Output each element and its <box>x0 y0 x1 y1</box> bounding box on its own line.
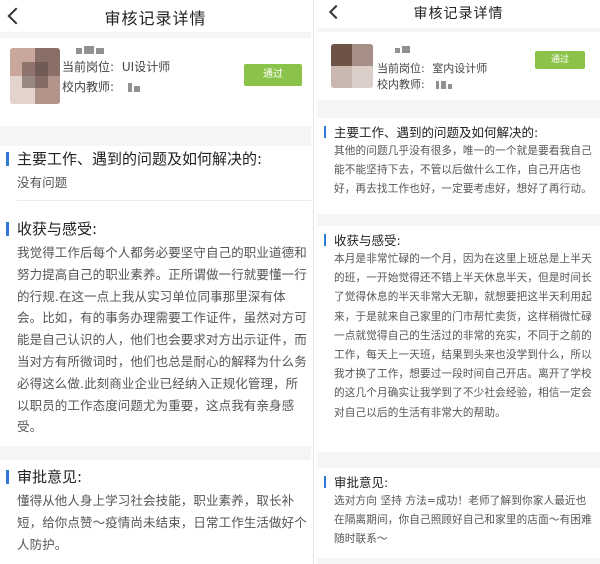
section-accent-bar <box>324 126 326 138</box>
teacher-name-blurred <box>127 81 142 95</box>
section-accent-bar <box>6 470 9 484</box>
teacher-label: 校内教师: <box>377 78 425 91</box>
section-gains: 收获与感受: 我觉得工作后每个人都务必要坚守自己的职业道德和努力提高自己的职业素… <box>0 214 311 446</box>
section-accent-bar <box>324 234 326 246</box>
section-accent-bar <box>6 222 9 236</box>
record-detail-panel-left: 审核记录详情 当前岗位: UI设计师 校内教师: 通过 主要工作、遇到的问题及如… <box>0 0 311 564</box>
section-accent-bar <box>324 476 326 488</box>
status-badge: 通过 <box>244 64 302 86</box>
section-approval: 审批意见: 懂得从他人身上学习社会技能，职业素养，取长补短，给你点赞～疫情尚未结… <box>0 460 311 564</box>
teacher-row: 校内教师: <box>62 78 142 95</box>
student-name-blurred <box>76 42 106 57</box>
section-gains: 收获与感受: 本月是非常忙碌的一个月，因为在这里上班总是上半天的班，一开始觉得还… <box>317 226 600 452</box>
student-name-blurred <box>395 42 412 56</box>
teacher-label: 校内教师: <box>62 80 115 94</box>
section-gap <box>0 188 311 214</box>
section-approval: 审批意见: 选对方向 坚持 方法=成功！老师了解到你家人最近也在隔离期间，你自己… <box>317 468 600 558</box>
status-badge: 通过 <box>535 51 585 69</box>
section-body: 选对方向 坚持 方法=成功！老师了解到你家人最近也在隔离期间，你自己照顾好自己和… <box>334 495 592 546</box>
avatar <box>10 48 60 104</box>
position-label: 当前岗位: <box>377 62 425 75</box>
nav-bar: 审核记录详情 <box>0 0 311 32</box>
section-title: 审批意见: <box>334 475 389 490</box>
divider-line <box>17 200 311 201</box>
student-profile-card: 当前岗位: UI设计师 校内教师: 通过 <box>0 38 311 126</box>
section-title: 主要工作、遇到的问题及如何解决的: <box>17 150 263 168</box>
page-title: 审核记录详情 <box>104 9 207 28</box>
position-value: UI设计师 <box>121 60 171 74</box>
section-problems: 主要工作、遇到的问题及如何解决的: 没有问题 <box>0 146 311 190</box>
section-body: 我觉得工作后每个人都务必要坚守自己的职业道德和努力提高自己的职业素养。正所谓做一… <box>17 245 307 435</box>
section-accent-bar <box>6 152 9 166</box>
section-body: 其他的问题几乎没有很多，唯一的一个就是要看我自己能不能坚持下去，不管以后做什么工… <box>334 145 592 196</box>
position-row: 当前岗位: UI设计师 <box>62 58 170 75</box>
section-title: 主要工作、遇到的问题及如何解决的: <box>334 125 539 140</box>
position-row: 当前岗位: 室内设计师 <box>377 60 487 76</box>
section-title: 审批意见: <box>17 468 83 486</box>
section-body: 懂得从他人身上学习社会技能，职业素养，取长补短，给你点赞～疫情尚未结束，日常工作… <box>17 493 307 552</box>
student-profile-card: 当前岗位: 室内设计师 校内教师: 通过 <box>317 32 600 100</box>
teacher-name-blurred <box>436 79 454 92</box>
record-detail-panel-right: 审核记录详情 当前岗位: 室内设计师 校内教师: 通过 主要工作、遇到的问题及如… <box>317 0 600 564</box>
section-title: 收获与感受: <box>334 233 401 248</box>
teacher-row: 校内教师: <box>377 76 454 92</box>
position-label: 当前岗位: <box>62 60 115 74</box>
position-value: 室内设计师 <box>432 62 488 75</box>
page-title: 审核记录详情 <box>413 6 504 22</box>
nav-bar: 审核记录详情 <box>317 0 600 28</box>
section-problems: 主要工作、遇到的问题及如何解决的: 其他的问题几乎没有很多，唯一的一个就是要看我… <box>317 118 600 214</box>
section-title: 收获与感受: <box>17 220 98 238</box>
avatar <box>331 44 373 88</box>
section-body: 本月是非常忙碌的一个月，因为在这里上班总是上半天的班，一开始觉得还不错上半天休息… <box>334 253 592 419</box>
